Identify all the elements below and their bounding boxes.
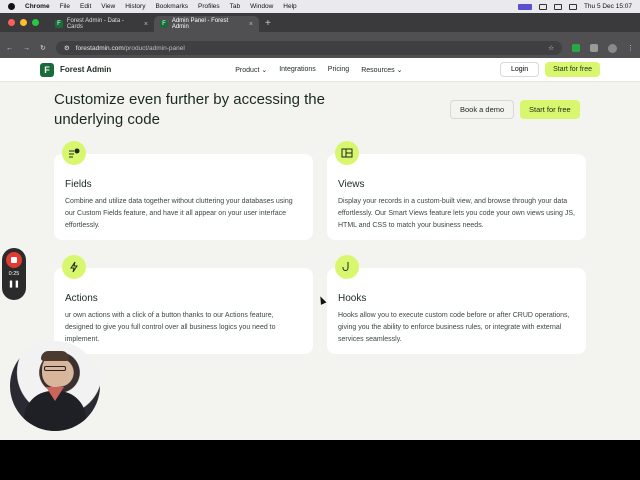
apple-icon[interactable]	[8, 3, 15, 10]
presenter-hair	[41, 351, 69, 361]
lightning-icon	[62, 255, 86, 279]
tab-close-icon[interactable]: ×	[249, 21, 253, 28]
forest-favicon-icon: F	[160, 20, 168, 28]
menubar-extra-icon[interactable]	[538, 3, 547, 10]
url-domain: forestadmin.com	[75, 44, 124, 52]
menubar-clock[interactable]: Thu 5 Dec 15:07	[584, 3, 632, 10]
section-start-free-button[interactable]: Start for free	[520, 100, 580, 119]
site-nav: Product ⌄ Integrations Pricing Resources…	[235, 66, 402, 74]
recording-controls: 0:25 ❚❚	[2, 248, 26, 300]
forest-logo-icon: F	[40, 62, 54, 77]
menu-history[interactable]: History	[125, 3, 145, 10]
menu-file[interactable]: File	[60, 3, 70, 10]
tab-title: Admin Panel - Forest Admin	[171, 18, 229, 30]
hook-icon	[335, 255, 359, 279]
url-path: /product/admin-panel	[123, 44, 185, 52]
forest-favicon-icon: F	[55, 20, 63, 28]
menu-profiles[interactable]: Profiles	[198, 3, 220, 10]
site-info-icon[interactable]: ⚙	[64, 44, 70, 52]
card-description: Combine and utilize data together withou…	[65, 198, 293, 229]
back-icon[interactable]: ←	[6, 45, 13, 52]
more-menu-icon[interactable]: ⋮	[627, 44, 634, 52]
browser-toolbar: ← → ↻ ⚙ forestadmin.com/product/admin-pa…	[0, 38, 640, 58]
feature-card-hooks: Hooks Hooks allow you to execute custom …	[327, 255, 586, 354]
site-header: F Forest Admin Product ⌄ Integrations Pr…	[0, 58, 640, 82]
feature-card-views: Views Display your records in a custom-b…	[327, 141, 586, 240]
bookmark-star-icon[interactable]: ☆	[548, 44, 554, 52]
brand-name: Forest Admin	[60, 65, 112, 74]
battery-icon[interactable]	[553, 3, 562, 10]
extensions-puzzle-icon[interactable]	[590, 44, 598, 52]
address-bar[interactable]: ⚙ forestadmin.com/product/admin-panel ☆	[55, 41, 562, 55]
browser-tab-admin-panel[interactable]: F Admin Panel - Forest Admin ×	[154, 16, 259, 32]
menu-help[interactable]: Help	[283, 3, 296, 10]
forest-admin-logo[interactable]: F Forest Admin	[40, 62, 112, 77]
recording-timer: 0:25	[8, 271, 20, 277]
tab-title: Forest Admin - Data - Cards	[66, 18, 124, 30]
stop-recording-button[interactable]	[6, 252, 22, 268]
window-close-button[interactable]	[8, 19, 15, 26]
header-start-free-button[interactable]: Start for free	[545, 62, 600, 77]
menu-edit[interactable]: Edit	[80, 3, 91, 10]
window-minimize-button[interactable]	[20, 19, 27, 26]
reload-icon[interactable]: ↻	[40, 44, 46, 52]
pause-recording-button[interactable]: ❚❚	[8, 280, 20, 288]
fields-icon	[62, 141, 86, 165]
nav-resources[interactable]: Resources ⌄	[361, 66, 402, 74]
feature-card-actions: Actions ur own actions with a click of a…	[54, 255, 313, 354]
screen-record-status-icon[interactable]	[517, 3, 532, 10]
views-icon	[335, 141, 359, 165]
nav-integrations[interactable]: Integrations	[279, 66, 316, 74]
new-tab-button[interactable]: +	[259, 18, 277, 32]
menu-app-name[interactable]: Chrome	[25, 3, 50, 10]
menu-window[interactable]: Window	[250, 3, 273, 10]
book-demo-button[interactable]: Book a demo	[450, 100, 515, 119]
forward-icon[interactable]: →	[23, 45, 30, 52]
card-description: ur own actions with a click of a button …	[65, 312, 276, 343]
presenter-glasses	[44, 366, 66, 371]
menu-tab[interactable]: Tab	[230, 3, 240, 10]
webcam-bubble[interactable]	[10, 341, 100, 431]
card-title: Views	[338, 179, 365, 190]
tab-close-icon[interactable]: ×	[144, 21, 148, 28]
card-description: Hooks allow you to execute custom code b…	[338, 312, 570, 343]
mac-menubar: Chrome File Edit View History Bookmarks …	[0, 0, 640, 13]
browser-tab-strip: F Forest Admin - Data - Cards × F Admin …	[0, 13, 640, 32]
window-zoom-button[interactable]	[32, 19, 39, 26]
card-description: Display your records in a custom-built v…	[338, 198, 575, 229]
wifi-icon[interactable]	[568, 3, 577, 10]
nav-product[interactable]: Product ⌄	[235, 66, 267, 74]
page-content: Customize even further by accessing the …	[0, 82, 640, 408]
card-title: Fields	[65, 179, 92, 190]
login-button[interactable]: Login	[499, 62, 540, 77]
menu-bookmarks[interactable]: Bookmarks	[155, 3, 188, 10]
card-title: Actions	[65, 293, 98, 304]
nav-pricing[interactable]: Pricing	[328, 66, 349, 74]
feature-card-fields: Fields Combine and utilize data together…	[54, 141, 313, 240]
browser-tab-cards[interactable]: F Forest Admin - Data - Cards ×	[49, 16, 154, 32]
section-headline: Customize even further by accessing the …	[54, 91, 325, 128]
profile-avatar-icon[interactable]	[608, 43, 617, 53]
menu-view[interactable]: View	[101, 3, 115, 10]
extension-icon[interactable]	[572, 44, 580, 52]
card-title: Hooks	[338, 293, 367, 304]
